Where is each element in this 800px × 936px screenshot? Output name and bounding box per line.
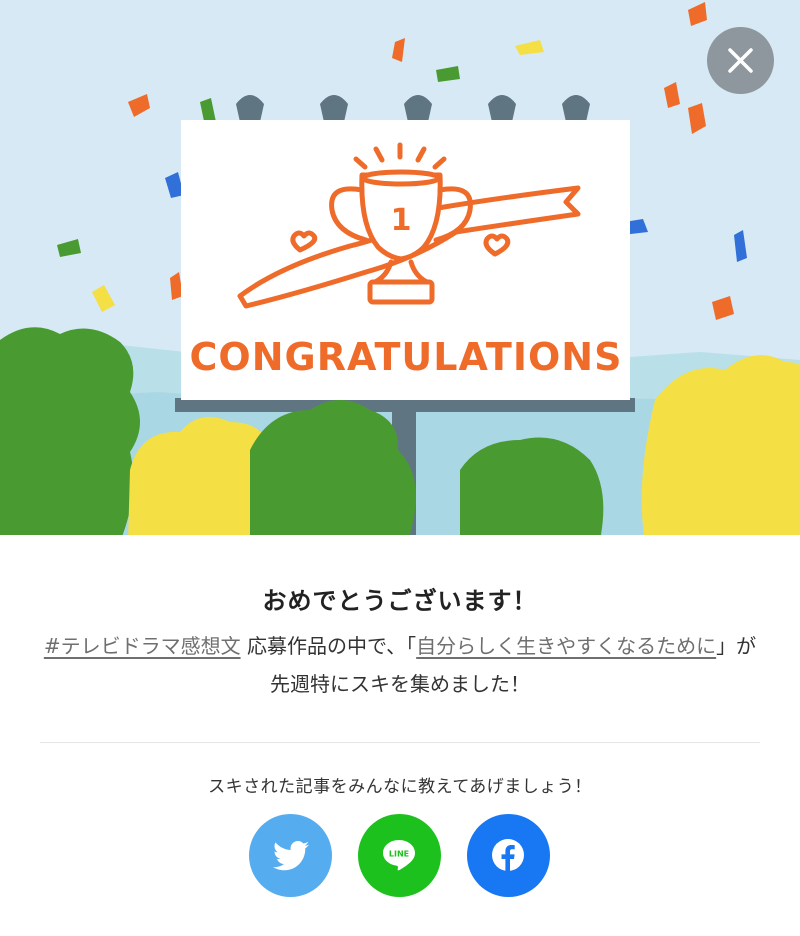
- article-link[interactable]: 自分らしく生きやすくなるために: [416, 634, 716, 658]
- trophy-number: 1: [391, 203, 412, 238]
- share-line-button[interactable]: LINE: [358, 814, 441, 897]
- close-icon: [728, 48, 753, 73]
- line-icon: LINE: [383, 840, 415, 871]
- share-facebook-button[interactable]: [467, 814, 550, 897]
- hashtag-link[interactable]: #テレビドラマ感想文: [44, 634, 241, 658]
- share-prompt: スキされた記事をみんなに教えてあげましょう！: [208, 777, 592, 797]
- billboard-illustration: 1 CONGRATULATIONS: [0, 0, 800, 535]
- dialog-title: おめでとうございます！: [262, 587, 538, 615]
- message-text-1: 応募作品の中で、「: [240, 634, 417, 658]
- congratulations-text: CONGRATULATIONS: [190, 335, 623, 379]
- share-buttons: LINE: [0, 814, 800, 897]
- congratulations-banner: 1 CONGRATULATIONS: [0, 0, 800, 535]
- close-button[interactable]: [707, 27, 774, 94]
- dialog-message: #テレビドラマ感想文 応募作品の中で、「自分らしく生きやすくなるために」が先週特…: [40, 627, 760, 703]
- line-label: LINE: [389, 850, 409, 859]
- facebook-icon: [492, 839, 524, 872]
- dialog-content: おめでとうございます！ #テレビドラマ感想文 応募作品の中で、「自分らしく生きや…: [0, 535, 800, 936]
- twitter-bird-icon: [273, 841, 309, 871]
- divider: [40, 742, 760, 743]
- share-twitter-button[interactable]: [249, 814, 332, 897]
